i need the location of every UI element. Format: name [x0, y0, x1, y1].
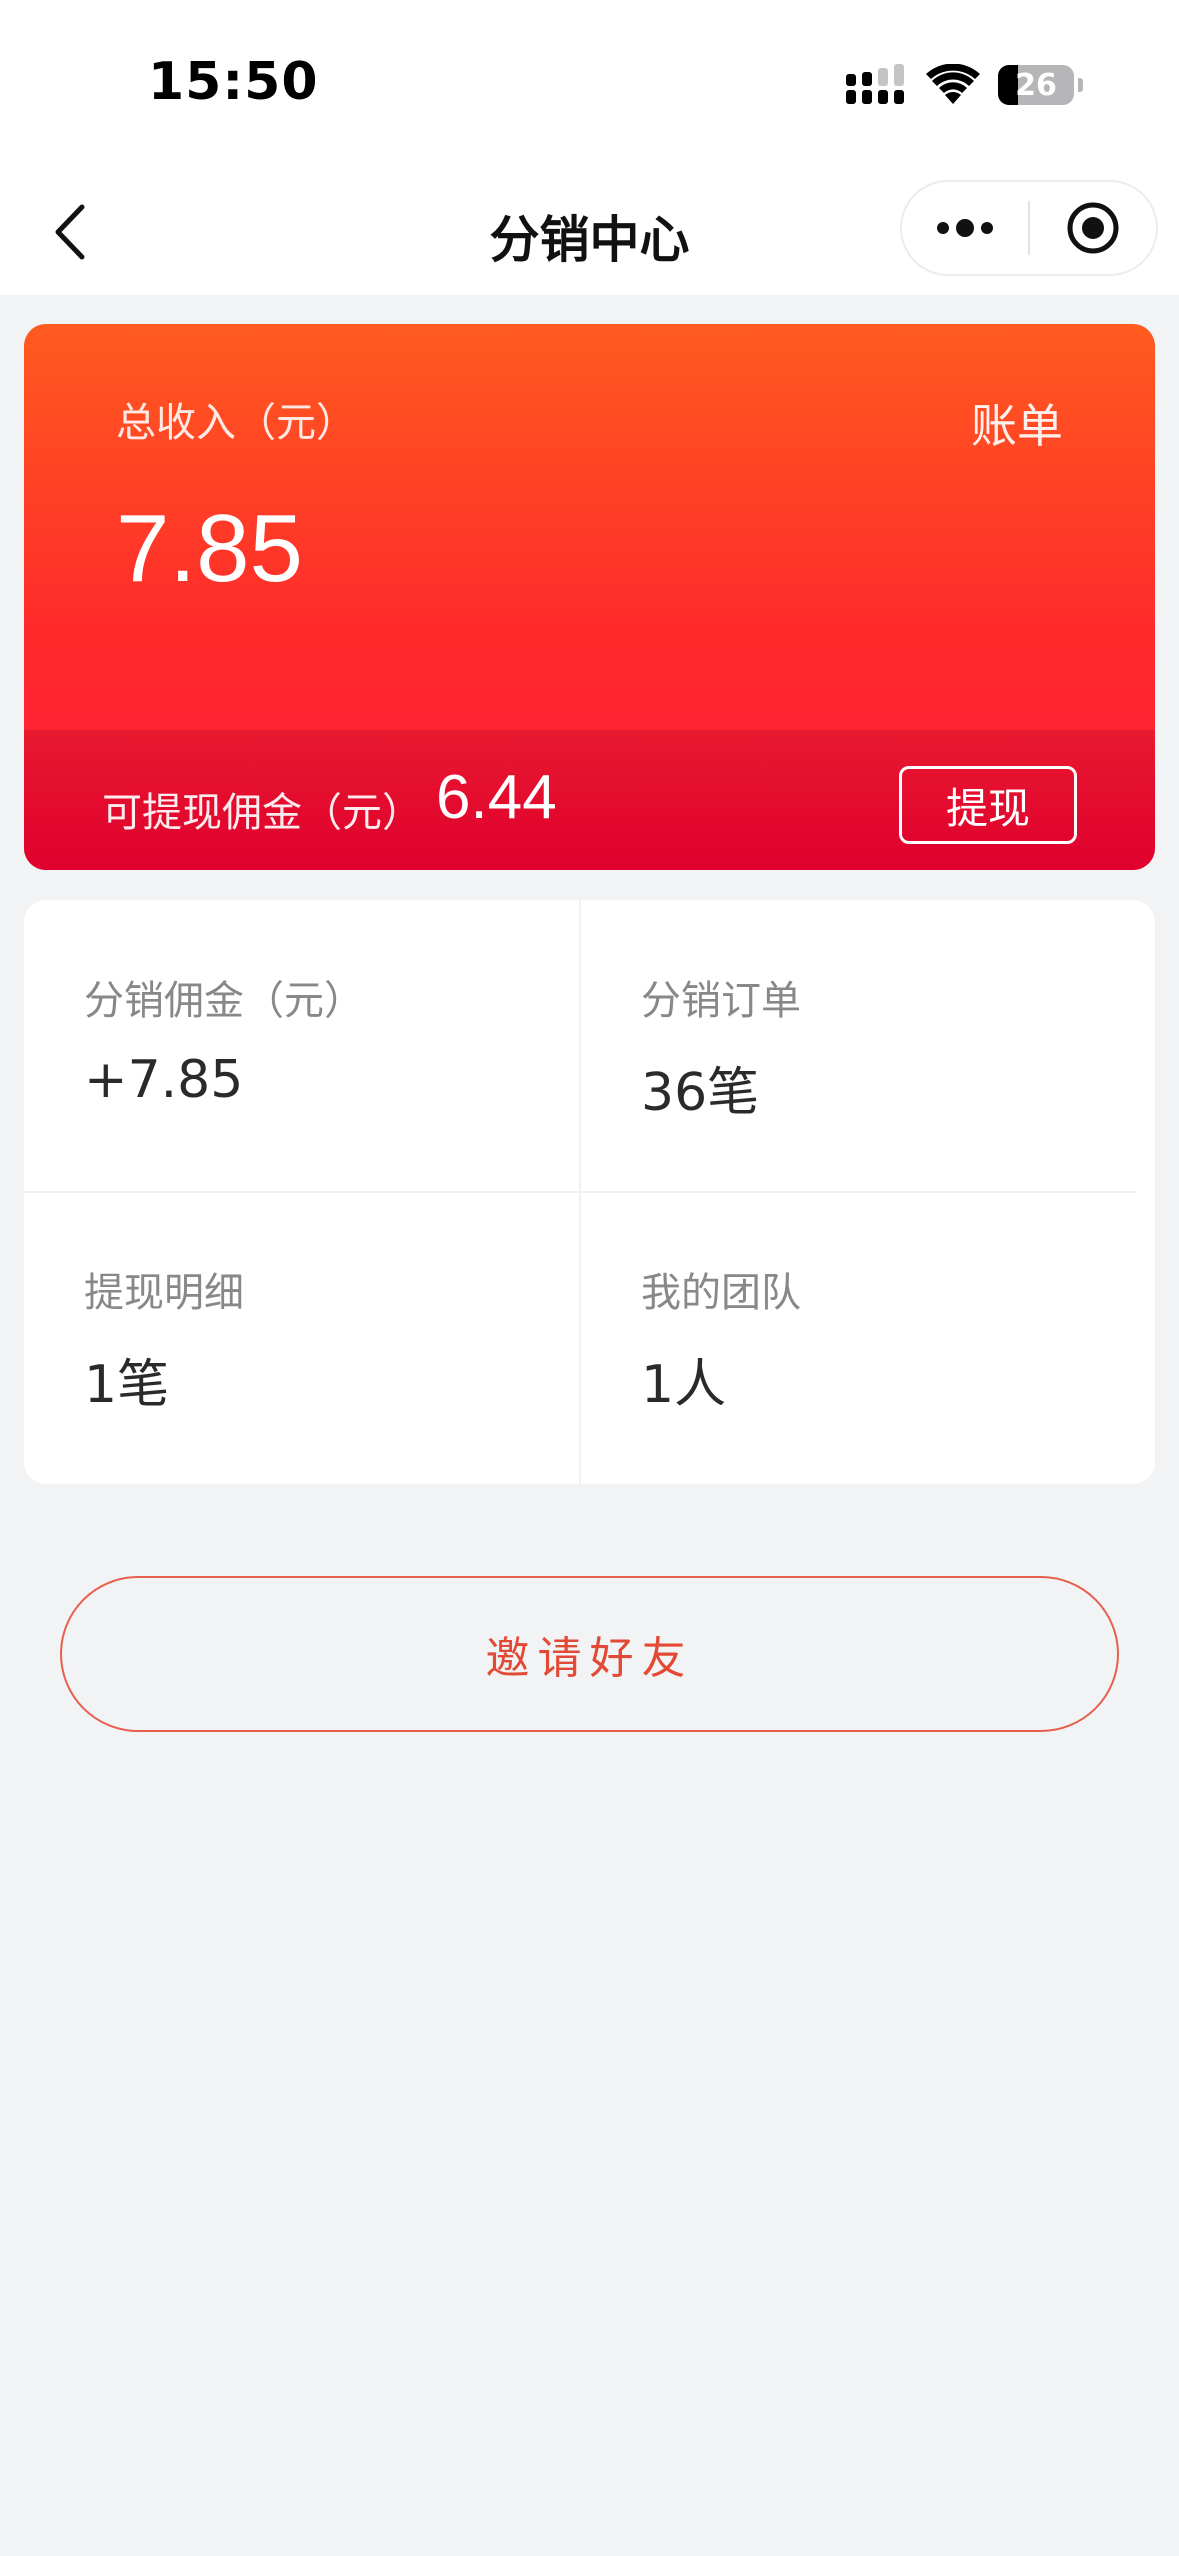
stat-withdraw-details[interactable]: 提现明细 1笔: [24, 1192, 580, 1484]
stat-orders[interactable]: 分销订单 36笔: [581, 900, 1137, 1192]
wifi-icon: [926, 64, 980, 104]
withdrawable-value: 6.44: [436, 763, 557, 832]
withdrawable-bar: 可提现佣金（元） 6.44 提现: [24, 730, 1155, 870]
stat-value: 36笔: [641, 1063, 760, 1123]
status-time: 15:50: [148, 52, 319, 112]
withdraw-button[interactable]: 提现: [899, 766, 1077, 844]
mini-program-capsule: [900, 180, 1158, 276]
stat-label: 分销订单: [641, 978, 801, 1024]
nav-bar: 分销中心: [0, 170, 1179, 295]
more-dots-icon: [937, 219, 993, 237]
stat-label: 分销佣金（元）: [84, 978, 364, 1024]
stat-value: 1笔: [84, 1355, 170, 1415]
stat-value: +7.85: [84, 1050, 244, 1110]
close-button[interactable]: [1030, 182, 1156, 274]
battery-level: 26: [1015, 67, 1057, 103]
status-bar: 15:50 26: [0, 0, 1179, 170]
withdrawable-label: 可提现佣金（元）: [102, 790, 422, 836]
total-income-label: 总收入（元）: [116, 400, 356, 446]
battery-icon: 26: [998, 65, 1074, 105]
stat-value: 1人: [641, 1355, 727, 1415]
status-icons: 26: [846, 60, 1083, 110]
bill-link[interactable]: 账单: [971, 390, 1063, 456]
more-button[interactable]: [902, 182, 1028, 274]
stats-card: 分销佣金（元） +7.85 分销订单 36笔 提现明细 1笔 我的团队 1人: [24, 900, 1155, 1484]
stat-my-team[interactable]: 我的团队 1人: [581, 1192, 1137, 1484]
stat-label: 我的团队: [641, 1270, 801, 1316]
target-circle-icon: [1067, 202, 1119, 254]
invite-friends-button[interactable]: 邀请好友: [60, 1576, 1119, 1732]
cellular-signal-icon: [846, 64, 904, 104]
battery-cap: [1078, 78, 1083, 92]
stat-label: 提现明细: [84, 1270, 244, 1316]
stat-commission[interactable]: 分销佣金（元） +7.85: [24, 900, 580, 1192]
total-income-value: 7.85: [116, 495, 303, 602]
earnings-card: 总收入（元） 账单 7.85 可提现佣金（元） 6.44 提现: [24, 324, 1155, 870]
grid-divider-horizontal: [24, 1191, 1136, 1193]
